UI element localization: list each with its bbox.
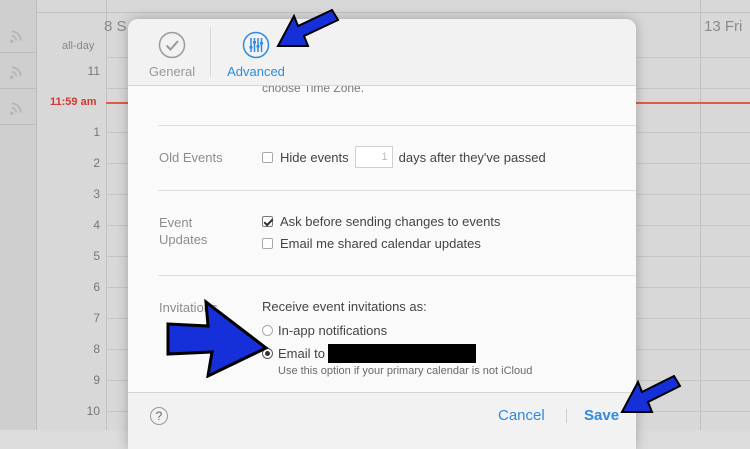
sliders-icon — [242, 31, 270, 59]
email-shared-option: Email me shared calendar updates — [262, 236, 481, 251]
help-button[interactable]: ? — [150, 407, 168, 425]
checkmark-circle-icon — [158, 31, 186, 59]
email-hint: Use this option if your primary calendar… — [278, 365, 533, 377]
ask-before-label: Ask before sending changes to events — [280, 214, 501, 229]
time-zone-clipped-text: choose Time Zone. — [262, 86, 365, 95]
wifi-icon — [0, 18, 36, 53]
hour-label: 2 — [93, 156, 100, 170]
hide-events-checkbox[interactable] — [262, 151, 273, 163]
event-updates-label: Event Updates — [159, 215, 208, 247]
hour-label: 1 — [93, 125, 100, 139]
preferences-tab-bar: General Advanced — [128, 19, 636, 86]
hour-label: 5 — [93, 249, 100, 263]
calendar-top-bar — [36, 0, 750, 13]
invitations-prompt: Receive event invitations as: — [262, 299, 427, 314]
tab-advanced-label: Advanced — [227, 64, 285, 79]
section-divider — [158, 125, 636, 126]
in-app-option: In-app notifications — [262, 323, 387, 338]
wifi-icon — [0, 54, 36, 89]
calendar-column-divider — [700, 0, 701, 430]
ask-before-checkbox[interactable] — [262, 216, 273, 227]
email-option: Email to — [262, 344, 476, 363]
in-app-label: In-app notifications — [278, 323, 388, 338]
tab-general-label: General — [148, 64, 196, 79]
tab-divider — [210, 27, 211, 77]
calendar-column-divider — [106, 0, 107, 430]
hour-label: 3 — [93, 187, 100, 201]
annotation-arrow-icon — [276, 8, 340, 47]
current-time-label: 11:59 am — [50, 96, 97, 108]
old-events-label: Old Events — [159, 150, 223, 165]
wifi-icon — [0, 90, 36, 125]
section-divider — [158, 275, 636, 276]
tab-general[interactable]: General — [144, 31, 200, 81]
hour-label: 7 — [93, 311, 100, 325]
days-input[interactable] — [354, 146, 393, 168]
section-divider — [158, 190, 636, 191]
hour-label: 10 — [86, 404, 100, 418]
calendar-preferences-dialog: General Advanced choose Time Zone. Old E… — [128, 19, 636, 449]
all-day-label: all-day — [62, 40, 95, 52]
dialog-footer: ? Cancel Save — [128, 392, 636, 449]
footer-divider — [566, 409, 567, 423]
save-button[interactable]: Save — [584, 407, 619, 424]
hour-label: 8 — [93, 342, 100, 356]
email-label: Email to — [278, 346, 325, 361]
email-shared-checkbox[interactable] — [262, 238, 273, 249]
hour-label: 6 — [93, 280, 100, 294]
redacted-email — [327, 344, 476, 363]
annotation-arrow-icon — [620, 374, 682, 413]
hide-events-label: Hide events — [280, 149, 349, 165]
hour-label: 9 — [93, 373, 100, 387]
ask-before-option: Ask before sending changes to events — [262, 214, 500, 229]
hour-label: 11 — [87, 64, 100, 78]
day-header-left: 8 S — [104, 18, 127, 35]
cancel-button[interactable]: Cancel — [498, 407, 545, 424]
old-events-option: Hide events days after they've passed — [262, 146, 546, 168]
hour-label: 4 — [93, 218, 100, 232]
days-suffix-label: days after they've passed — [398, 149, 546, 165]
email-shared-label: Email me shared calendar updates — [280, 236, 481, 251]
annotation-arrow-icon — [166, 298, 269, 378]
day-header-right: 13 Fri — [704, 18, 743, 35]
calendar-side-strip — [0, 0, 37, 430]
